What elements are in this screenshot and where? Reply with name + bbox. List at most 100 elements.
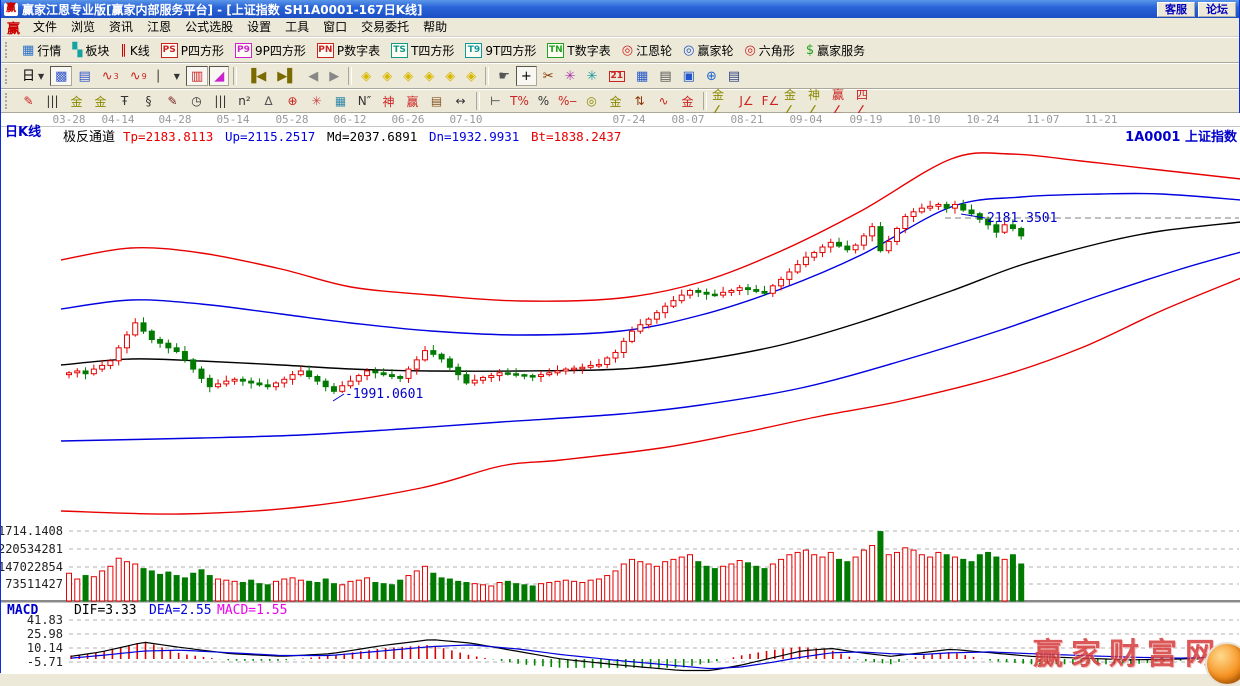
n-squared-tool[interactable]: n² [233, 91, 256, 112]
winner-service-button-icon: $ [806, 44, 814, 57]
winner-service-button[interactable]: $赢家服务 [801, 40, 870, 60]
price-comb-tool[interactable]: ||| [41, 91, 64, 112]
t-percent-tool[interactable]: T% [508, 91, 531, 112]
gann-brain-teal-icon[interactable]: ✳ [582, 66, 603, 86]
angle-mirror-tool[interactable]: ∆ [257, 91, 280, 112]
scale-ruler-tool[interactable]: ⊢ [484, 91, 507, 112]
percent-hline-tool[interactable]: %‒ [556, 91, 579, 112]
shen-grid-tool[interactable]: 神 [377, 91, 400, 112]
hexagon-button[interactable]: ◎六角形 [739, 40, 799, 60]
spiral-tool-icon: § [146, 94, 152, 108]
period-label[interactable]: 日K线 [5, 124, 41, 140]
si-angle-tool[interactable]: 四∠ [855, 91, 878, 112]
menu-资讯[interactable]: 资讯 [102, 19, 140, 35]
gold-circle-tool[interactable]: ◎ [580, 91, 603, 112]
dual-kline-icon[interactable]: ▥ [186, 66, 208, 86]
pen-scale-tool[interactable]: ⇅ [628, 91, 651, 112]
winner-wheel-button[interactable]: ◎赢家轮 [678, 40, 738, 60]
menu-公式选股[interactable]: 公式选股 [178, 19, 240, 35]
menu-设置[interactable]: 设置 [240, 19, 278, 35]
gold-grid-tool[interactable]: 金 [65, 91, 88, 112]
pencil-tool[interactable]: ✎ [17, 91, 40, 112]
notes-button[interactable]: ▤ [654, 66, 676, 86]
network-chart-icon[interactable]: ▩ [50, 66, 72, 86]
ying-angle-tool[interactable]: 赢∠ [831, 91, 854, 112]
period-day-dropdown[interactable]: 日▼ [17, 66, 49, 86]
stock-chart-canvas[interactable]: 03-2804-1404-2805-1405-2806-1206-2607-10… [1, 113, 1240, 674]
kline-button[interactable]: ∥K线 [115, 40, 154, 60]
gann-diamond-h-icon[interactable]: ◈ [398, 66, 418, 86]
info-list-icon[interactable]: ▤ [73, 66, 95, 86]
menu-窗口[interactable]: 窗口 [316, 19, 354, 35]
candle-style-dropdown[interactable]: ⎸▼ [153, 66, 185, 86]
gann-diamond-all-icon[interactable]: ◈ [461, 66, 481, 86]
f-comb-tool[interactable]: Ŧ [113, 91, 136, 112]
red-pencil-tool[interactable]: ✎ [161, 91, 184, 112]
gold-grid2-tool[interactable]: 金 [89, 91, 112, 112]
toolbar-grip[interactable] [5, 68, 12, 84]
customer-service-button[interactable]: 客服 [1157, 2, 1195, 17]
gold-hline-tool[interactable]: 金 [604, 91, 627, 112]
p9-square-button[interactable]: P99P四方形 [230, 40, 311, 60]
gold2-angle-tool[interactable]: 金∠ [783, 91, 806, 112]
vlines-tool[interactable]: ||| [209, 91, 232, 112]
next-button[interactable]: ▶ [324, 66, 344, 86]
sectors-button[interactable]: ▚板块 [67, 40, 114, 60]
p-number-button[interactable]: PNP数字表 [312, 40, 385, 60]
delete-line-button[interactable]: ✂ [538, 66, 559, 86]
color-chart-icon[interactable]: ◢ [209, 66, 229, 86]
wave-9-icon[interactable]: ∿9 [125, 66, 152, 86]
wave-3-icon[interactable]: ∿3 [97, 66, 124, 86]
channel-lines-layer [61, 153, 1240, 514]
toolbar-grip[interactable] [5, 42, 12, 58]
ruler-123-tool[interactable]: ▤ [425, 91, 448, 112]
star-burst-tool[interactable]: ✳ [305, 91, 328, 112]
forum-button[interactable]: 论坛 [1198, 2, 1236, 17]
menu-江恩[interactable]: 江恩 [140, 19, 178, 35]
menu-文件[interactable]: 文件 [26, 19, 64, 35]
t9-square-button[interactable]: T99T四方形 [460, 40, 541, 60]
spiral-tool[interactable]: § [137, 91, 160, 112]
j-angle-tool[interactable]: J∠ [735, 91, 758, 112]
quotes-button[interactable]: ▦行情 [17, 40, 66, 60]
first-page-button[interactable]: ▐◀ [241, 66, 271, 86]
wave-count-tool[interactable]: N″ [353, 91, 376, 112]
circle-cross-tool[interactable]: ⊕ [281, 91, 304, 112]
gann-brain-purple-icon[interactable]: ✳ [560, 66, 581, 86]
gann-wheel-button[interactable]: ◎江恩轮 [617, 40, 677, 60]
wave-line-tool[interactable]: ∿ [652, 91, 675, 112]
prev-button[interactable]: ◀ [303, 66, 323, 86]
star-grid-tool[interactable]: ▦ [329, 91, 352, 112]
time-cycle-tool[interactable]: ◷ [185, 91, 208, 112]
gann-diamond-left-icon[interactable]: ◈ [356, 66, 376, 86]
t-number-button[interactable]: TNT数字表 [542, 40, 615, 60]
gold-angle-tool[interactable]: 金∠ [711, 91, 734, 112]
print-button-icon: ▤ [728, 70, 740, 83]
gold-grid-tool-icon: 金 [70, 93, 82, 110]
hand-drag-button[interactable]: ☛ [493, 66, 515, 86]
menu-浏览[interactable]: 浏览 [64, 19, 102, 35]
gold-underline-tool[interactable]: 金 [676, 91, 699, 112]
span-arrow-tool[interactable]: ↔ [449, 91, 472, 112]
ying-grid-tool[interactable]: 赢 [401, 91, 424, 112]
calendar-button[interactable]: 21 [604, 66, 631, 86]
gann-diamond-right-icon[interactable]: ◈ [377, 66, 397, 86]
save-button[interactable]: ▣ [678, 66, 700, 86]
crosshair-button[interactable]: + [516, 66, 537, 86]
menu-交易委托[interactable]: 交易委托 [354, 19, 416, 35]
menu-帮助[interactable]: 帮助 [416, 19, 454, 35]
percent-tool[interactable]: % [532, 91, 555, 112]
menu-工具[interactable]: 工具 [278, 19, 316, 35]
gann-diamond-x-icon[interactable]: ◈ [419, 66, 439, 86]
toolbar-grip[interactable] [5, 93, 12, 109]
last-page-button[interactable]: ▶▌ [272, 66, 302, 86]
gann-diamond-star-icon[interactable]: ◈ [440, 66, 460, 86]
f-angle-tool[interactable]: F∠ [759, 91, 782, 112]
calculator-button[interactable]: ▦ [631, 66, 653, 86]
web-link-button[interactable]: ⊕ [701, 66, 722, 86]
t-square-button[interactable]: TST四方形 [386, 40, 459, 60]
shen-angle-tool[interactable]: 神∠ [807, 91, 830, 112]
symbol-label[interactable]: 1A0001 上证指数 [1125, 129, 1238, 145]
print-button[interactable]: ▤ [723, 66, 745, 86]
p-square-button[interactable]: PSP四方形 [156, 40, 229, 60]
